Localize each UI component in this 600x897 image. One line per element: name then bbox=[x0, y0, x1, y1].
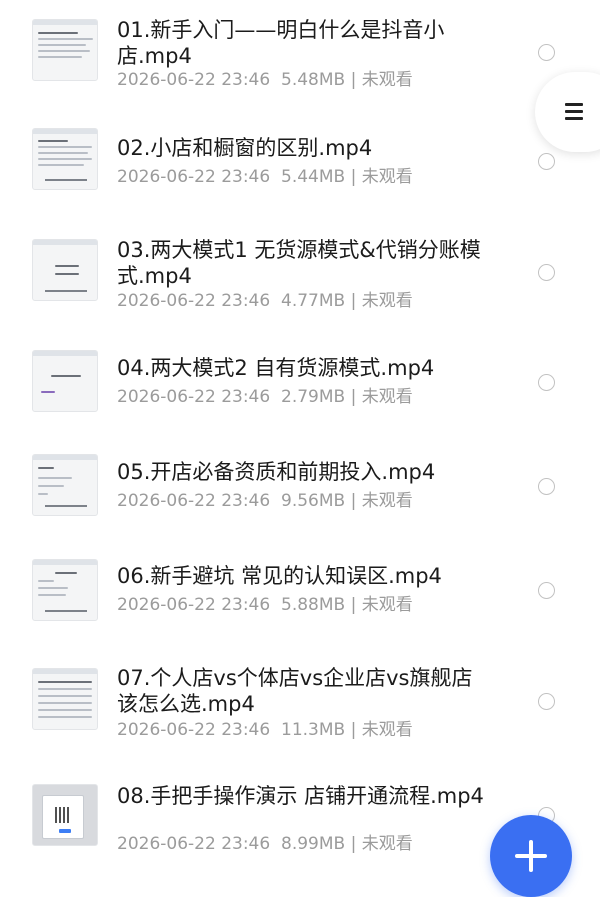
file-title: 06.新手避坑 常见的认知误区.mp4 bbox=[117, 564, 442, 588]
meta-separator: | bbox=[350, 720, 357, 740]
watch-status: 未观看 bbox=[361, 167, 413, 187]
file-title: 05.开店必备资质和前期投入.mp4 bbox=[117, 460, 436, 484]
meta-separator: | bbox=[350, 167, 357, 187]
file-title: 03.两大模式1 无货源模式&代销分账模式.mp4 bbox=[117, 238, 481, 288]
file-date: 2026-06-22 23:46 bbox=[117, 387, 271, 407]
file-size: 2.79MB bbox=[281, 387, 346, 407]
file-size: 8.99MB bbox=[281, 834, 346, 854]
file-meta: 2026-06-22 23:46 5.88MB | 未观看 bbox=[117, 594, 413, 616]
file-size: 11.3MB bbox=[281, 720, 346, 740]
list-item[interactable]: 01.新手入门——明白什么是抖音小店.mp4 2026-06-22 23:46 … bbox=[0, 0, 600, 100]
watch-status: 未观看 bbox=[361, 387, 413, 407]
video-thumbnail bbox=[32, 454, 98, 516]
file-date: 2026-06-22 23:46 bbox=[117, 70, 271, 90]
file-size: 5.88MB bbox=[281, 595, 346, 615]
video-thumbnail bbox=[32, 668, 98, 730]
file-title: 04.两大模式2 自有货源模式.mp4 bbox=[117, 356, 435, 380]
list-item[interactable]: 05.开店必备资质和前期投入.mp4 2026-06-22 23:46 9.56… bbox=[0, 440, 600, 540]
select-radio-icon[interactable] bbox=[538, 478, 555, 495]
file-title: 08.手把手操作演示 店铺开通流程.mp4 bbox=[117, 784, 484, 808]
file-meta: 2026-06-22 23:46 5.48MB | 未观看 bbox=[117, 69, 413, 91]
meta-separator: | bbox=[350, 834, 357, 854]
list-item[interactable]: 04.两大模式2 自有货源模式.mp4 2026-06-22 23:46 2.7… bbox=[0, 330, 600, 430]
watch-status: 未观看 bbox=[361, 491, 413, 511]
meta-separator: | bbox=[350, 595, 357, 615]
select-radio-icon[interactable] bbox=[538, 44, 555, 61]
select-radio-icon[interactable] bbox=[538, 374, 555, 391]
video-thumbnail bbox=[32, 19, 98, 81]
file-size: 5.48MB bbox=[281, 70, 346, 90]
video-thumbnail bbox=[32, 239, 98, 301]
file-size: 5.44MB bbox=[281, 167, 346, 187]
file-date: 2026-06-22 23:46 bbox=[117, 491, 271, 511]
file-date: 2026-06-22 23:46 bbox=[117, 720, 271, 740]
select-radio-icon[interactable] bbox=[538, 693, 555, 710]
file-title: 02.小店和橱窗的区别.mp4 bbox=[117, 136, 373, 160]
meta-separator: | bbox=[350, 291, 357, 311]
list-item[interactable]: 02.小店和橱窗的区别.mp4 2026-06-22 23:46 5.44MB … bbox=[0, 110, 600, 210]
file-meta: 2026-06-22 23:46 9.56MB | 未观看 bbox=[117, 490, 413, 512]
file-meta: 2026-06-22 23:46 2.79MB | 未观看 bbox=[117, 386, 413, 408]
file-date: 2026-06-22 23:46 bbox=[117, 167, 271, 187]
file-meta: 2026-06-22 23:46 8.99MB | 未观看 bbox=[117, 833, 413, 855]
select-radio-icon[interactable] bbox=[538, 153, 555, 170]
file-date: 2026-06-22 23:46 bbox=[117, 291, 271, 311]
file-meta: 2026-06-22 23:46 5.44MB | 未观看 bbox=[117, 166, 413, 188]
list-item[interactable]: 03.两大模式1 无货源模式&代销分账模式.mp4 2026-06-22 23:… bbox=[0, 220, 600, 330]
select-radio-icon[interactable] bbox=[538, 264, 555, 281]
file-size: 4.77MB bbox=[281, 291, 346, 311]
watch-status: 未观看 bbox=[361, 70, 413, 90]
list-item[interactable]: 07.个人店vs个体店vs企业店vs旗舰店该怎么选.mp4 2026-06-22… bbox=[0, 650, 600, 760]
list-item[interactable]: 06.新手避坑 常见的认知误区.mp4 2026-06-22 23:46 5.8… bbox=[0, 545, 600, 645]
meta-separator: | bbox=[350, 70, 357, 90]
video-thumbnail bbox=[32, 784, 98, 846]
watch-status: 未观看 bbox=[361, 291, 413, 311]
video-thumbnail bbox=[32, 350, 98, 412]
file-date: 2026-06-22 23:46 bbox=[117, 595, 271, 615]
file-date: 2026-06-22 23:46 bbox=[117, 834, 271, 854]
file-size: 9.56MB bbox=[281, 491, 346, 511]
select-radio-icon[interactable] bbox=[538, 582, 555, 599]
meta-separator: | bbox=[350, 387, 357, 407]
watch-status: 未观看 bbox=[361, 834, 413, 854]
file-meta: 2026-06-22 23:46 11.3MB | 未观看 bbox=[117, 719, 413, 741]
file-title: 01.新手入门——明白什么是抖音小店.mp4 bbox=[117, 18, 445, 68]
file-meta: 2026-06-22 23:46 4.77MB | 未观看 bbox=[117, 290, 413, 312]
video-thumbnail bbox=[32, 128, 98, 190]
video-thumbnail bbox=[32, 559, 98, 621]
watch-status: 未观看 bbox=[361, 720, 413, 740]
meta-separator: | bbox=[350, 491, 357, 511]
file-title: 07.个人店vs个体店vs企业店vs旗舰店该怎么选.mp4 bbox=[117, 666, 473, 716]
add-button[interactable] bbox=[490, 815, 572, 897]
watch-status: 未观看 bbox=[361, 595, 413, 615]
